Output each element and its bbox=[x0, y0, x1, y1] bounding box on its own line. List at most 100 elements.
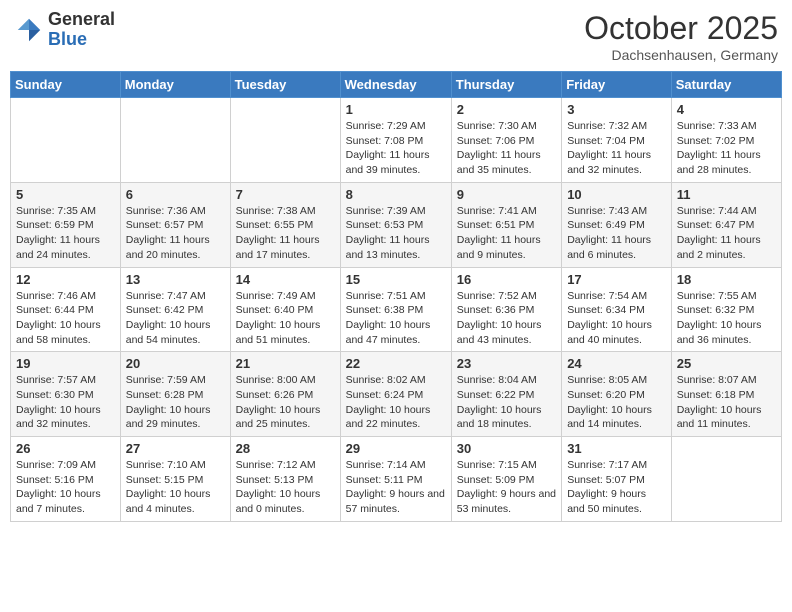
day-number: 11 bbox=[677, 187, 776, 202]
day-info: Sunrise: 8:07 AM Sunset: 6:18 PM Dayligh… bbox=[677, 373, 776, 432]
page-header: General Blue October 2025 Dachsenhausen,… bbox=[10, 10, 782, 63]
day-number: 31 bbox=[567, 441, 666, 456]
day-info: Sunrise: 7:55 AM Sunset: 6:32 PM Dayligh… bbox=[677, 289, 776, 348]
day-number: 8 bbox=[346, 187, 446, 202]
day-number: 13 bbox=[126, 272, 225, 287]
day-of-week-header: Wednesday bbox=[340, 72, 451, 98]
day-number: 23 bbox=[457, 356, 556, 371]
calendar-cell: 31 Sunrise: 7:17 AM Sunset: 5:07 PM Dayli… bbox=[562, 437, 672, 522]
day-info: Sunrise: 7:39 AM Sunset: 6:53 PM Dayligh… bbox=[346, 204, 446, 263]
calendar-cell: 24 Sunrise: 8:05 AM Sunset: 6:20 PM Dayli… bbox=[562, 352, 672, 437]
day-number: 22 bbox=[346, 356, 446, 371]
day-info: Sunrise: 7:35 AM Sunset: 6:59 PM Dayligh… bbox=[16, 204, 115, 263]
day-number: 25 bbox=[677, 356, 776, 371]
day-info: Sunrise: 7:51 AM Sunset: 6:38 PM Dayligh… bbox=[346, 289, 446, 348]
calendar-week-row: 26 Sunrise: 7:09 AM Sunset: 5:16 PM Dayli… bbox=[11, 437, 782, 522]
day-info: Sunrise: 7:12 AM Sunset: 5:13 PM Dayligh… bbox=[236, 458, 335, 517]
day-number: 12 bbox=[16, 272, 115, 287]
calendar-cell: 3Sunrise: 7:32 AM Sunset: 7:04 PM Daylig… bbox=[562, 98, 672, 183]
calendar-cell bbox=[671, 437, 781, 522]
calendar-cell: 27 Sunrise: 7:10 AM Sunset: 5:15 PM Dayli… bbox=[120, 437, 230, 522]
calendar-cell bbox=[120, 98, 230, 183]
calendar-cell: 26 Sunrise: 7:09 AM Sunset: 5:16 PM Dayli… bbox=[11, 437, 121, 522]
day-info: Sunrise: 7:09 AM Sunset: 5:16 PM Dayligh… bbox=[16, 458, 115, 517]
day-info: Sunrise: 7:33 AM Sunset: 7:02 PM Dayligh… bbox=[677, 119, 776, 178]
calendar-cell: 5Sunrise: 7:35 AM Sunset: 6:59 PM Daylig… bbox=[11, 182, 121, 267]
day-of-week-header: Monday bbox=[120, 72, 230, 98]
day-info: Sunrise: 7:47 AM Sunset: 6:42 PM Dayligh… bbox=[126, 289, 225, 348]
calendar-cell: 14 Sunrise: 7:49 AM Sunset: 6:40 PM Dayli… bbox=[230, 267, 340, 352]
calendar-cell: 12 Sunrise: 7:46 AM Sunset: 6:44 PM Dayli… bbox=[11, 267, 121, 352]
calendar-cell: 9 Sunrise: 7:41 AM Sunset: 6:51 PM Daylig… bbox=[451, 182, 561, 267]
day-info: Sunrise: 7:10 AM Sunset: 5:15 PM Dayligh… bbox=[126, 458, 225, 517]
day-info: Sunrise: 7:15 AM Sunset: 5:09 PM Dayligh… bbox=[457, 458, 556, 517]
calendar-cell: 23Sunrise: 8:04 AM Sunset: 6:22 PM Dayli… bbox=[451, 352, 561, 437]
calendar-cell: 17 Sunrise: 7:54 AM Sunset: 6:34 PM Dayli… bbox=[562, 267, 672, 352]
day-number: 26 bbox=[16, 441, 115, 456]
day-info: Sunrise: 7:38 AM Sunset: 6:55 PM Dayligh… bbox=[236, 204, 335, 263]
calendar-cell: 10Sunrise: 7:43 AM Sunset: 6:49 PM Dayli… bbox=[562, 182, 672, 267]
day-info: Sunrise: 7:41 AM Sunset: 6:51 PM Dayligh… bbox=[457, 204, 556, 263]
day-number: 27 bbox=[126, 441, 225, 456]
calendar-cell: 19 Sunrise: 7:57 AM Sunset: 6:30 PM Dayli… bbox=[11, 352, 121, 437]
calendar-cell: 22 Sunrise: 8:02 AM Sunset: 6:24 PM Dayli… bbox=[340, 352, 451, 437]
day-number: 9 bbox=[457, 187, 556, 202]
calendar-cell: 25 Sunrise: 8:07 AM Sunset: 6:18 PM Dayli… bbox=[671, 352, 781, 437]
calendar-week-row: 12 Sunrise: 7:46 AM Sunset: 6:44 PM Dayli… bbox=[11, 267, 782, 352]
calendar-cell: 6 Sunrise: 7:36 AM Sunset: 6:57 PM Daylig… bbox=[120, 182, 230, 267]
calendar-cell: 28 Sunrise: 7:12 AM Sunset: 5:13 PM Dayli… bbox=[230, 437, 340, 522]
day-info: Sunrise: 8:00 AM Sunset: 6:26 PM Dayligh… bbox=[236, 373, 335, 432]
day-info: Sunrise: 7:14 AM Sunset: 5:11 PM Dayligh… bbox=[346, 458, 446, 517]
day-info: Sunrise: 7:46 AM Sunset: 6:44 PM Dayligh… bbox=[16, 289, 115, 348]
day-info: Sunrise: 7:52 AM Sunset: 6:36 PM Dayligh… bbox=[457, 289, 556, 348]
calendar-cell: 20 Sunrise: 7:59 AM Sunset: 6:28 PM Dayli… bbox=[120, 352, 230, 437]
day-number: 28 bbox=[236, 441, 335, 456]
day-number: 20 bbox=[126, 356, 225, 371]
day-info: Sunrise: 7:57 AM Sunset: 6:30 PM Dayligh… bbox=[16, 373, 115, 432]
location: Dachsenhausen, Germany bbox=[584, 47, 778, 63]
day-info: Sunrise: 7:32 AM Sunset: 7:04 PM Dayligh… bbox=[567, 119, 666, 178]
day-number: 15 bbox=[346, 272, 446, 287]
calendar-cell: 21 Sunrise: 8:00 AM Sunset: 6:26 PM Dayli… bbox=[230, 352, 340, 437]
day-info: Sunrise: 7:17 AM Sunset: 5:07 PM Dayligh… bbox=[567, 458, 666, 517]
day-number: 14 bbox=[236, 272, 335, 287]
calendar-table: SundayMondayTuesdayWednesdayThursdayFrid… bbox=[10, 71, 782, 522]
day-info: Sunrise: 8:02 AM Sunset: 6:24 PM Dayligh… bbox=[346, 373, 446, 432]
calendar-cell: 4 Sunrise: 7:33 AM Sunset: 7:02 PM Daylig… bbox=[671, 98, 781, 183]
calendar-week-row: 5Sunrise: 7:35 AM Sunset: 6:59 PM Daylig… bbox=[11, 182, 782, 267]
calendar-week-row: 19 Sunrise: 7:57 AM Sunset: 6:30 PM Dayli… bbox=[11, 352, 782, 437]
day-info: Sunrise: 7:30 AM Sunset: 7:06 PM Dayligh… bbox=[457, 119, 556, 178]
day-of-week-header: Friday bbox=[562, 72, 672, 98]
day-number: 17 bbox=[567, 272, 666, 287]
day-number: 24 bbox=[567, 356, 666, 371]
day-number: 6 bbox=[126, 187, 225, 202]
calendar-week-row: 1Sunrise: 7:29 AM Sunset: 7:08 PM Daylig… bbox=[11, 98, 782, 183]
day-info: Sunrise: 7:49 AM Sunset: 6:40 PM Dayligh… bbox=[236, 289, 335, 348]
title-block: October 2025 Dachsenhausen, Germany bbox=[584, 10, 778, 63]
calendar-cell: 29Sunrise: 7:14 AM Sunset: 5:11 PM Dayli… bbox=[340, 437, 451, 522]
day-of-week-header: Sunday bbox=[11, 72, 121, 98]
logo: General Blue bbox=[14, 10, 115, 50]
day-of-week-header: Tuesday bbox=[230, 72, 340, 98]
month-title: October 2025 bbox=[584, 10, 778, 47]
day-of-week-header: Thursday bbox=[451, 72, 561, 98]
calendar-cell: 7 Sunrise: 7:38 AM Sunset: 6:55 PM Daylig… bbox=[230, 182, 340, 267]
day-info: Sunrise: 8:05 AM Sunset: 6:20 PM Dayligh… bbox=[567, 373, 666, 432]
calendar-cell: 30Sunrise: 7:15 AM Sunset: 5:09 PM Dayli… bbox=[451, 437, 561, 522]
day-number: 16 bbox=[457, 272, 556, 287]
day-number: 18 bbox=[677, 272, 776, 287]
day-info: Sunrise: 7:43 AM Sunset: 6:49 PM Dayligh… bbox=[567, 204, 666, 263]
logo-icon bbox=[14, 15, 44, 45]
calendar-header-row: SundayMondayTuesdayWednesdayThursdayFrid… bbox=[11, 72, 782, 98]
calendar-cell: 18 Sunrise: 7:55 AM Sunset: 6:32 PM Dayli… bbox=[671, 267, 781, 352]
day-info: Sunrise: 7:59 AM Sunset: 6:28 PM Dayligh… bbox=[126, 373, 225, 432]
day-of-week-header: Saturday bbox=[671, 72, 781, 98]
day-number: 7 bbox=[236, 187, 335, 202]
day-number: 2 bbox=[457, 102, 556, 117]
day-number: 4 bbox=[677, 102, 776, 117]
day-info: Sunrise: 7:54 AM Sunset: 6:34 PM Dayligh… bbox=[567, 289, 666, 348]
day-number: 21 bbox=[236, 356, 335, 371]
day-info: Sunrise: 7:36 AM Sunset: 6:57 PM Dayligh… bbox=[126, 204, 225, 263]
day-number: 19 bbox=[16, 356, 115, 371]
calendar-cell: 8 Sunrise: 7:39 AM Sunset: 6:53 PM Daylig… bbox=[340, 182, 451, 267]
